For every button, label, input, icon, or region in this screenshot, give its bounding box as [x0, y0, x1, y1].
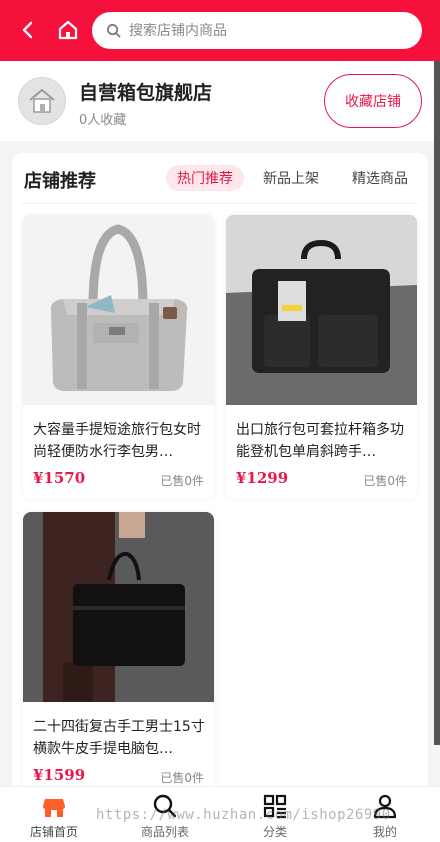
tabbar-label: 分类: [262, 825, 287, 839]
panel-header: 店铺推荐 热门推荐 新品上架 精选商品: [12, 153, 428, 203]
tab-new[interactable]: 新品上架: [254, 165, 328, 191]
store-name: 自营箱包旗舰店: [79, 82, 213, 104]
home-button[interactable]: [54, 16, 82, 44]
store-logo-icon: [29, 88, 55, 113]
product-card[interactable]: 大容量手提短途旅行包女时尚轻便防水行李包男… ¥1570 已售0件: [23, 215, 214, 499]
product-sold: 已售0件: [363, 474, 407, 488]
section-title: 店铺推荐: [24, 171, 96, 192]
product-title: 二十四街复古手工男士15寸横款牛皮手提电脑包…: [33, 719, 205, 757]
product-card[interactable]: 出口旅行包可套拉杆箱多功能登机包单肩斜跨手… ¥1299 已售0件: [226, 215, 417, 499]
product-image: [23, 512, 214, 702]
search-input[interactable]: [129, 22, 409, 39]
recommend-panel: 店铺推荐 热门推荐 新品上架 精选商品 大容量手提短途旅行包女时尚轻便防水行李包…: [12, 153, 428, 793]
store-header: 自营箱包旗舰店 0人收藏 收藏店铺: [0, 61, 440, 141]
tabbar-store-home[interactable]: 店铺首页: [14, 791, 94, 841]
home-icon: [58, 20, 78, 40]
store-avatar: [18, 77, 66, 125]
product-image: [226, 215, 417, 405]
watermark: https://www.huzhan.com/ishop26990: [96, 807, 391, 823]
tabbar-label: 我的: [372, 825, 397, 839]
search-icon: [107, 24, 121, 38]
product-sold: 已售0件: [160, 474, 204, 488]
store-home-icon: [43, 799, 65, 817]
product-title: 出口旅行包可套拉杆箱多功能登机包单肩斜跨手…: [236, 422, 404, 460]
scrollbar[interactable]: [434, 61, 440, 745]
tabbar-label: 店铺首页: [29, 825, 78, 839]
product-price: ¥1570: [33, 469, 86, 487]
divider: [22, 203, 418, 204]
tab-hot[interactable]: 热门推荐: [166, 165, 244, 191]
tabbar-label: 商品列表: [140, 825, 189, 839]
back-button[interactable]: [14, 16, 42, 44]
top-bar: [0, 0, 440, 61]
product-card[interactable]: 二十四街复古手工男士15寸横款牛皮手提电脑包… ¥1599 已售0件: [23, 512, 214, 793]
product-sold: 已售0件: [160, 771, 204, 785]
store-fav-count: 0人收藏: [79, 113, 127, 128]
product-title: 大容量手提短途旅行包女时尚轻便防水行李包男…: [33, 422, 201, 460]
chevron-left-icon: [22, 21, 33, 39]
product-price: ¥1599: [33, 766, 86, 784]
product-price: ¥1299: [236, 469, 289, 487]
search-box[interactable]: [92, 12, 422, 49]
tab-featured[interactable]: 精选商品: [340, 165, 420, 191]
favorite-store-button[interactable]: 收藏店铺: [324, 74, 422, 128]
product-image: [23, 215, 214, 405]
